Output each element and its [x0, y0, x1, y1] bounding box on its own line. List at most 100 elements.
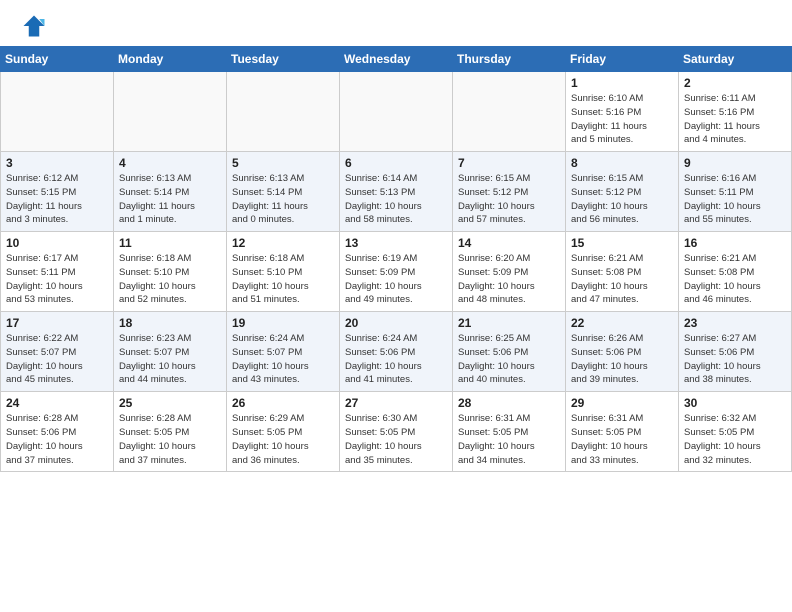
day-cell: 15 Sunrise: 6:21 AM Sunset: 5:08 PM Dayli…: [566, 232, 679, 312]
day-info: Sunrise: 6:13 AM Sunset: 5:14 PM Dayligh…: [232, 172, 334, 227]
day-number: 1: [571, 76, 673, 90]
day-cell: 6 Sunrise: 6:14 AM Sunset: 5:13 PM Daylig…: [340, 152, 453, 232]
day-cell: 10Sunrise: 6:17 AM Sunset: 5:11 PM Dayli…: [1, 232, 114, 312]
header: [0, 0, 792, 46]
day-number: 15: [571, 236, 673, 250]
day-number: 3: [6, 156, 108, 170]
day-info: Sunrise: 6:30 AM Sunset: 5:05 PM Dayligh…: [345, 412, 447, 467]
day-number: 5: [232, 156, 334, 170]
day-cell: 20 Sunrise: 6:24 AM Sunset: 5:06 PM Dayli…: [340, 312, 453, 392]
day-cell: 8 Sunrise: 6:15 AM Sunset: 5:12 PM Daylig…: [566, 152, 679, 232]
day-info: Sunrise: 6:25 AM Sunset: 5:06 PM Dayligh…: [458, 332, 560, 387]
day-number: 29: [571, 396, 673, 410]
day-cell: 16 Sunrise: 6:21 AM Sunset: 5:08 PM Dayli…: [679, 232, 792, 312]
day-number: 28: [458, 396, 560, 410]
day-cell: 12 Sunrise: 6:18 AM Sunset: 5:10 PM Dayli…: [227, 232, 340, 312]
day-number: 26: [232, 396, 334, 410]
day-number: 27: [345, 396, 447, 410]
calendar-body: 1 Sunrise: 6:10 AM Sunset: 5:16 PM Daylig…: [1, 72, 792, 472]
weekday-monday: Monday: [114, 47, 227, 72]
day-info: Sunrise: 6:15 AM Sunset: 5:12 PM Dayligh…: [458, 172, 560, 227]
day-number: 11: [119, 236, 221, 250]
day-number: 30: [684, 396, 786, 410]
day-number: 23: [684, 316, 786, 330]
weekday-friday: Friday: [566, 47, 679, 72]
day-cell: 7 Sunrise: 6:15 AM Sunset: 5:12 PM Daylig…: [453, 152, 566, 232]
day-cell: [340, 72, 453, 152]
day-info: Sunrise: 6:17 AM Sunset: 5:11 PM Dayligh…: [6, 252, 108, 307]
day-info: Sunrise: 6:12 AM Sunset: 5:15 PM Dayligh…: [6, 172, 108, 227]
day-number: 17: [6, 316, 108, 330]
day-cell: 17 Sunrise: 6:22 AM Sunset: 5:07 PM Dayli…: [1, 312, 114, 392]
day-info: Sunrise: 6:10 AM Sunset: 5:16 PM Dayligh…: [571, 92, 673, 147]
day-number: 19: [232, 316, 334, 330]
day-cell: 26 Sunrise: 6:29 AM Sunset: 5:05 PM Dayli…: [227, 392, 340, 472]
day-cell: 11 Sunrise: 6:18 AM Sunset: 5:10 PM Dayli…: [114, 232, 227, 312]
day-info: Sunrise: 6:31 AM Sunset: 5:05 PM Dayligh…: [571, 412, 673, 467]
day-number: 20: [345, 316, 447, 330]
day-info: Sunrise: 6:21 AM Sunset: 5:08 PM Dayligh…: [684, 252, 786, 307]
day-number: 22: [571, 316, 673, 330]
day-info: Sunrise: 6:19 AM Sunset: 5:09 PM Dayligh…: [345, 252, 447, 307]
weekday-wednesday: Wednesday: [340, 47, 453, 72]
day-cell: 19 Sunrise: 6:24 AM Sunset: 5:07 PM Dayli…: [227, 312, 340, 392]
day-cell: 28 Sunrise: 6:31 AM Sunset: 5:05 PM Dayli…: [453, 392, 566, 472]
day-info: Sunrise: 6:13 AM Sunset: 5:14 PM Dayligh…: [119, 172, 221, 227]
day-cell: 21 Sunrise: 6:25 AM Sunset: 5:06 PM Dayli…: [453, 312, 566, 392]
day-number: 25: [119, 396, 221, 410]
weekday-header: SundayMondayTuesdayWednesdayThursdayFrid…: [1, 47, 792, 72]
day-cell: 25 Sunrise: 6:28 AM Sunset: 5:05 PM Dayli…: [114, 392, 227, 472]
day-cell: [227, 72, 340, 152]
day-cell: 13 Sunrise: 6:19 AM Sunset: 5:09 PM Dayli…: [340, 232, 453, 312]
day-info: Sunrise: 6:15 AM Sunset: 5:12 PM Dayligh…: [571, 172, 673, 227]
day-cell: 5 Sunrise: 6:13 AM Sunset: 5:14 PM Daylig…: [227, 152, 340, 232]
week-row-4: 24 Sunrise: 6:28 AM Sunset: 5:06 PM Dayli…: [1, 392, 792, 472]
day-cell: [453, 72, 566, 152]
day-info: Sunrise: 6:24 AM Sunset: 5:06 PM Dayligh…: [345, 332, 447, 387]
logo-icon: [20, 12, 48, 40]
day-number: 7: [458, 156, 560, 170]
day-info: Sunrise: 6:31 AM Sunset: 5:05 PM Dayligh…: [458, 412, 560, 467]
day-info: Sunrise: 6:20 AM Sunset: 5:09 PM Dayligh…: [458, 252, 560, 307]
day-info: Sunrise: 6:18 AM Sunset: 5:10 PM Dayligh…: [232, 252, 334, 307]
day-number: 8: [571, 156, 673, 170]
day-info: Sunrise: 6:32 AM Sunset: 5:05 PM Dayligh…: [684, 412, 786, 467]
day-info: Sunrise: 6:11 AM Sunset: 5:16 PM Dayligh…: [684, 92, 786, 147]
day-info: Sunrise: 6:14 AM Sunset: 5:13 PM Dayligh…: [345, 172, 447, 227]
day-cell: 2 Sunrise: 6:11 AM Sunset: 5:16 PM Daylig…: [679, 72, 792, 152]
weekday-thursday: Thursday: [453, 47, 566, 72]
day-cell: 29 Sunrise: 6:31 AM Sunset: 5:05 PM Dayli…: [566, 392, 679, 472]
day-number: 2: [684, 76, 786, 90]
day-number: 14: [458, 236, 560, 250]
day-info: Sunrise: 6:28 AM Sunset: 5:05 PM Dayligh…: [119, 412, 221, 467]
day-number: 6: [345, 156, 447, 170]
weekday-sunday: Sunday: [1, 47, 114, 72]
day-number: 4: [119, 156, 221, 170]
day-info: Sunrise: 6:28 AM Sunset: 5:06 PM Dayligh…: [6, 412, 108, 467]
day-info: Sunrise: 6:23 AM Sunset: 5:07 PM Dayligh…: [119, 332, 221, 387]
day-cell: 3 Sunrise: 6:12 AM Sunset: 5:15 PM Daylig…: [1, 152, 114, 232]
day-cell: 22 Sunrise: 6:26 AM Sunset: 5:06 PM Dayli…: [566, 312, 679, 392]
day-info: Sunrise: 6:26 AM Sunset: 5:06 PM Dayligh…: [571, 332, 673, 387]
day-info: Sunrise: 6:22 AM Sunset: 5:07 PM Dayligh…: [6, 332, 108, 387]
day-number: 21: [458, 316, 560, 330]
day-cell: 30 Sunrise: 6:32 AM Sunset: 5:05 PM Dayli…: [679, 392, 792, 472]
day-number: 9: [684, 156, 786, 170]
day-number: 13: [345, 236, 447, 250]
day-cell: 9Sunrise: 6:16 AM Sunset: 5:11 PM Daylig…: [679, 152, 792, 232]
day-cell: 1 Sunrise: 6:10 AM Sunset: 5:16 PM Daylig…: [566, 72, 679, 152]
logo: [18, 12, 48, 40]
weekday-saturday: Saturday: [679, 47, 792, 72]
day-cell: [1, 72, 114, 152]
day-number: 24: [6, 396, 108, 410]
day-info: Sunrise: 6:24 AM Sunset: 5:07 PM Dayligh…: [232, 332, 334, 387]
day-number: 12: [232, 236, 334, 250]
day-info: Sunrise: 6:18 AM Sunset: 5:10 PM Dayligh…: [119, 252, 221, 307]
day-info: Sunrise: 6:21 AM Sunset: 5:08 PM Dayligh…: [571, 252, 673, 307]
day-cell: [114, 72, 227, 152]
calendar: SundayMondayTuesdayWednesdayThursdayFrid…: [0, 46, 792, 472]
day-info: Sunrise: 6:27 AM Sunset: 5:06 PM Dayligh…: [684, 332, 786, 387]
day-info: Sunrise: 6:29 AM Sunset: 5:05 PM Dayligh…: [232, 412, 334, 467]
day-number: 16: [684, 236, 786, 250]
weekday-tuesday: Tuesday: [227, 47, 340, 72]
